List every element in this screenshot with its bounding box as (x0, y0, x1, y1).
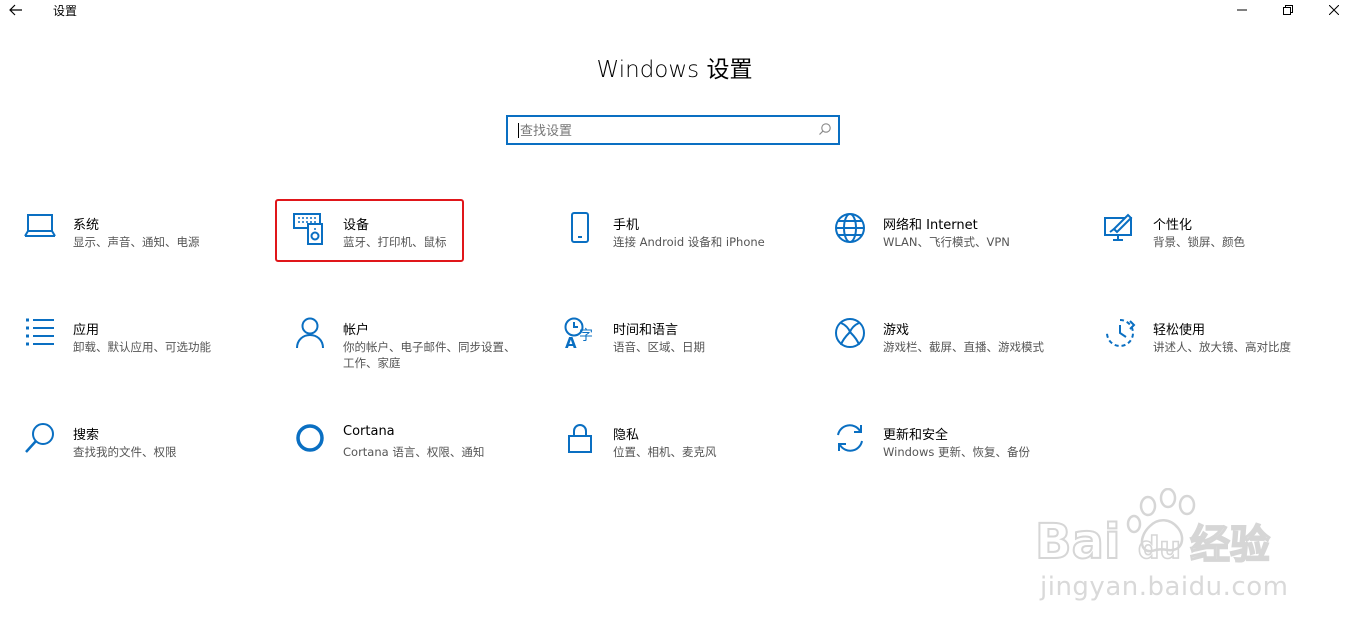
person-icon (293, 317, 327, 351)
tile-desc: 背景、锁屏、颜色 (1153, 235, 1245, 249)
tile-desc: 语音、区域、日期 (613, 340, 705, 354)
tile-devices[interactable]: 设备 蓝牙、打印机、鼠标 (293, 212, 533, 282)
tile-personalization[interactable]: 个性化 背景、锁屏、颜色 (1103, 212, 1343, 282)
search-magnifier-icon (23, 422, 57, 456)
restore-icon (1283, 5, 1293, 15)
tile-time-language[interactable]: A字 时间和语言 语音、区域、日期 (563, 317, 803, 387)
tile-cortana[interactable]: Cortana Cortana 语言、权限、通知 (293, 422, 533, 492)
tile-name: 手机 (613, 218, 640, 233)
back-arrow-icon (9, 4, 22, 16)
tile-desc: 显示、声音、通知、电源 (73, 235, 200, 249)
tile-apps[interactable]: 应用 卸载、默认应用、可选功能 (23, 317, 263, 387)
tile-name: 搜索 (73, 428, 100, 443)
tile-name: 个性化 (1153, 218, 1193, 233)
time-language-icon: A字 (563, 317, 597, 351)
tile-privacy[interactable]: 隐私 位置、相机、麦克风 (563, 422, 803, 492)
globe-icon (833, 212, 867, 246)
svg-text:A: A (565, 334, 577, 349)
tile-name: 游戏 (883, 323, 910, 338)
back-button[interactable] (4, 0, 28, 20)
update-icon (833, 422, 867, 456)
svg-text:字: 字 (579, 328, 593, 344)
restore-button[interactable] (1265, 0, 1311, 20)
tile-desc: 讲述人、放大镜、高对比度 (1153, 340, 1291, 354)
tile-accounts[interactable]: 帐户 你的帐户、电子邮件、同步设置、工作、家庭 (293, 317, 533, 387)
app-title: 设置 (53, 4, 78, 18)
tile-name: 设备 (343, 218, 370, 233)
tile-desc: 位置、相机、麦克风 (613, 445, 717, 459)
tile-name: 时间和语言 (613, 323, 679, 338)
close-button[interactable] (1311, 0, 1349, 20)
title-bar: 设置 (0, 0, 1349, 22)
tile-system[interactable]: 系统 显示、声音、通知、电源 (23, 212, 263, 282)
svg-text:Bai: Bai (1035, 514, 1120, 568)
svg-text:du: du (1138, 531, 1181, 566)
tile-network[interactable]: 网络和 Internet WLAN、飞行模式、VPN (833, 212, 1073, 282)
devices-icon (293, 212, 327, 246)
search-icon[interactable] (818, 122, 832, 136)
page-title: Windows 设置 (596, 57, 753, 83)
tile-desc: Cortana 语言、权限、通知 (343, 445, 485, 459)
tile-name: 隐私 (613, 428, 640, 443)
search-box[interactable] (506, 115, 840, 145)
baidu-jingyan-watermark-logo: Bai du 经验 (1034, 488, 1271, 568)
watermark-url: jingyan.baidu.com (1040, 572, 1289, 602)
personalization-icon (1103, 212, 1137, 246)
tile-desc: 游戏栏、截屏、直播、游戏模式 (883, 340, 1044, 354)
lock-icon (563, 422, 597, 456)
tile-desc: 你的帐户、电子邮件、同步设置、工作、家庭 (343, 340, 516, 370)
tile-name: 更新和安全 (883, 428, 949, 443)
ease-of-access-icon (1103, 317, 1137, 351)
tile-name: Cortana (343, 424, 395, 439)
search-input[interactable] (518, 120, 812, 142)
tile-desc: 连接 Android 设备和 iPhone (613, 235, 765, 249)
tile-phone[interactable]: 手机 连接 Android 设备和 iPhone (563, 212, 803, 282)
tile-ease-of-access[interactable]: 轻松使用 讲述人、放大镜、高对比度 (1103, 317, 1343, 387)
cortana-icon (293, 422, 327, 456)
tile-desc: WLAN、飞行模式、VPN (883, 235, 1010, 249)
close-icon (1329, 5, 1339, 15)
xbox-icon (833, 317, 867, 351)
tile-desc: 查找我的文件、权限 (73, 445, 177, 459)
text-caret (518, 123, 519, 138)
phone-icon (563, 212, 597, 246)
tile-desc: 蓝牙、打印机、鼠标 (343, 235, 447, 249)
minimize-icon (1237, 9, 1247, 11)
tile-update-security[interactable]: 更新和安全 Windows 更新、恢复、备份 (833, 422, 1073, 492)
tile-desc: Windows 更新、恢复、备份 (883, 445, 1030, 459)
tile-name: 系统 (73, 218, 100, 233)
minimize-button[interactable] (1219, 0, 1265, 20)
tile-search[interactable]: 搜索 查找我的文件、权限 (23, 422, 263, 492)
laptop-icon (23, 212, 57, 246)
tile-name: 轻松使用 (1153, 323, 1206, 338)
apps-list-icon (23, 317, 57, 351)
svg-text:经验: 经验 (1190, 522, 1270, 568)
tile-name: 帐户 (343, 323, 370, 338)
tile-name: 网络和 Internet (883, 218, 978, 233)
tile-desc: 卸载、默认应用、可选功能 (73, 340, 211, 354)
tile-name: 应用 (73, 323, 100, 338)
tile-gaming[interactable]: 游戏 游戏栏、截屏、直播、游戏模式 (833, 317, 1073, 387)
